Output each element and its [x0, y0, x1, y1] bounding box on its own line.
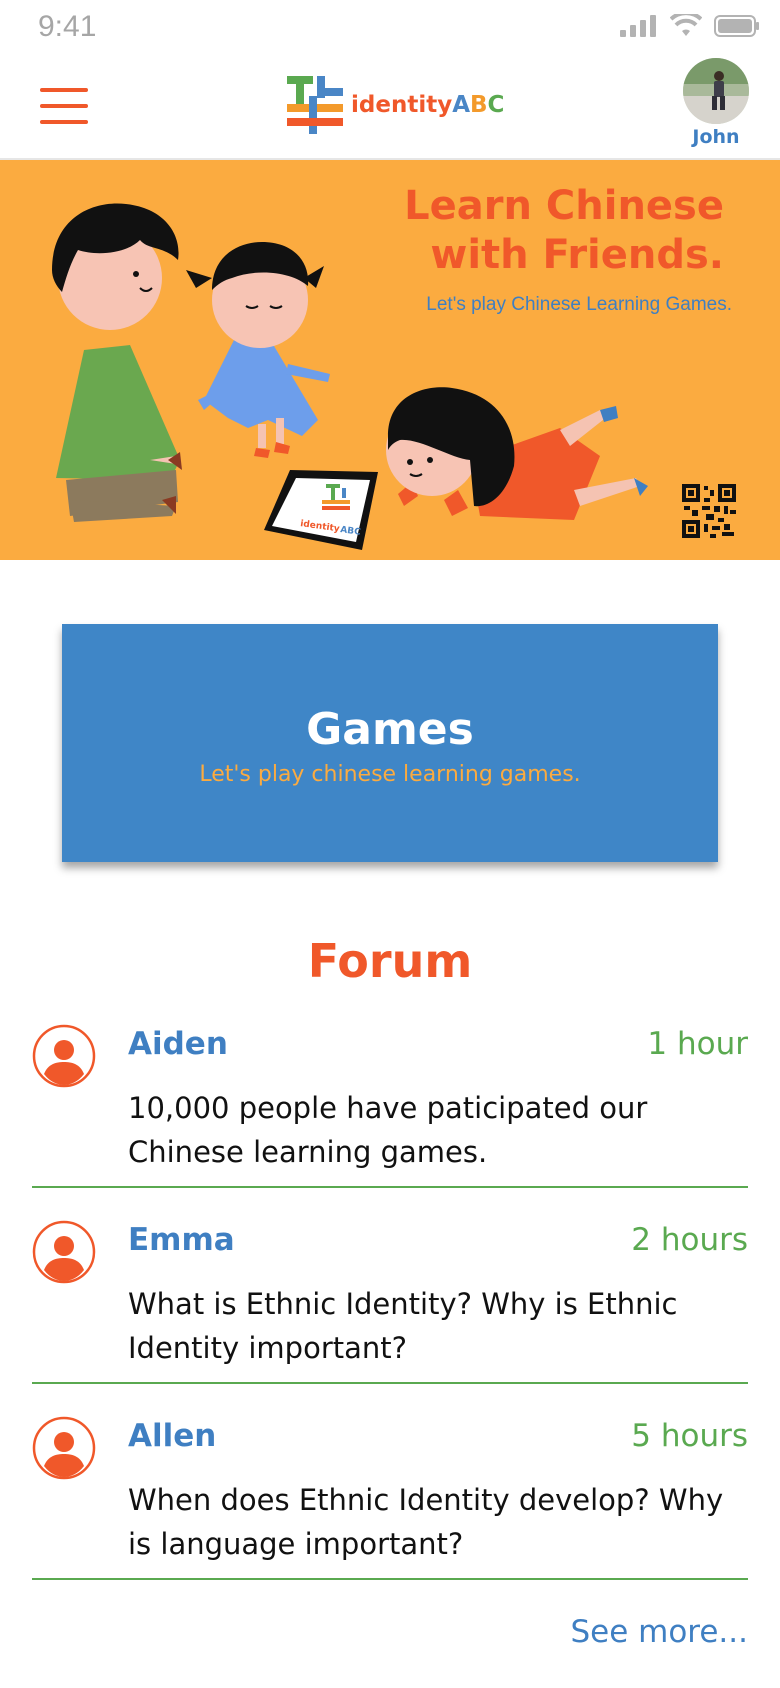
hero-banner: identity ABC Learn Chinese with Friends.…: [0, 160, 780, 560]
cellular-signal-icon: [620, 15, 656, 37]
hero-title: Learn Chinese with Friends.: [404, 182, 724, 280]
menu-bar-icon: [40, 120, 88, 124]
logo-text: identityABC: [351, 92, 504, 118]
user-name: John: [692, 126, 740, 148]
user-avatar-icon: [32, 1024, 96, 1088]
menu-bar-icon: [40, 104, 88, 108]
qr-code-icon[interactable]: [682, 484, 736, 538]
identityabc-logo-icon: [287, 76, 343, 134]
status-icons: [620, 14, 760, 38]
avatar: [683, 58, 749, 124]
status-bar: 9:41: [0, 0, 780, 58]
forum-title: Forum: [307, 934, 473, 988]
user-photo-icon: [683, 58, 749, 124]
user-profile-button[interactable]: John: [680, 58, 752, 148]
post-author[interactable]: Aiden: [128, 1026, 228, 1062]
logo-text-a: A: [452, 92, 470, 118]
post-author[interactable]: Emma: [128, 1222, 235, 1258]
forum-post[interactable]: Allen 5 hours When does Ethnic Identity …: [32, 1396, 748, 1580]
post-time: 1 hour: [647, 1026, 748, 1062]
see-more-link[interactable]: See more...: [570, 1614, 748, 1650]
hero-title-line2: with Friends.: [430, 232, 724, 278]
post-body: When does Ethnic Identity develop? Why i…: [128, 1483, 724, 1561]
tablet-figure: identity ABC: [264, 470, 378, 550]
hero-title-line1: Learn Chinese: [404, 183, 724, 229]
hamburger-menu-button[interactable]: [40, 88, 88, 124]
hero-subtitle: Let's play Chinese Learning Games.: [426, 294, 732, 315]
user-avatar-icon: [32, 1416, 96, 1480]
forum-post[interactable]: Emma 2 hours What is Ethnic Identity? Wh…: [32, 1200, 748, 1384]
boy-figure: [52, 203, 182, 522]
logo-text-c: C: [487, 92, 505, 118]
logo-text-b: B: [470, 92, 488, 118]
lying-girl-figure: [386, 387, 648, 520]
post-time: 5 hours: [631, 1418, 748, 1454]
status-time: 9:41: [38, 10, 97, 43]
battery-icon: [714, 15, 759, 37]
app-header: identityABC John: [0, 58, 780, 160]
games-subtitle: Let's play chinese learning games.: [199, 762, 581, 787]
post-body: 10,000 people have paticipated our Chine…: [128, 1091, 648, 1169]
post-body: What is Ethnic Identity? Why is Ethnic I…: [128, 1287, 678, 1365]
post-author[interactable]: Allen: [128, 1418, 216, 1454]
menu-bar-icon: [40, 88, 88, 92]
games-card[interactable]: Games Let's play chinese learning games.: [62, 624, 718, 862]
wifi-icon: [670, 14, 702, 36]
post-time: 2 hours: [631, 1222, 748, 1258]
logo-text-identity: identity: [351, 92, 453, 118]
games-title: Games: [306, 704, 474, 755]
user-avatar-icon: [32, 1220, 96, 1284]
app-logo[interactable]: identityABC: [285, 74, 504, 136]
girl-figure: [186, 242, 330, 458]
forum-post[interactable]: Aiden 1 hour 10,000 people have paticipa…: [32, 1004, 748, 1188]
